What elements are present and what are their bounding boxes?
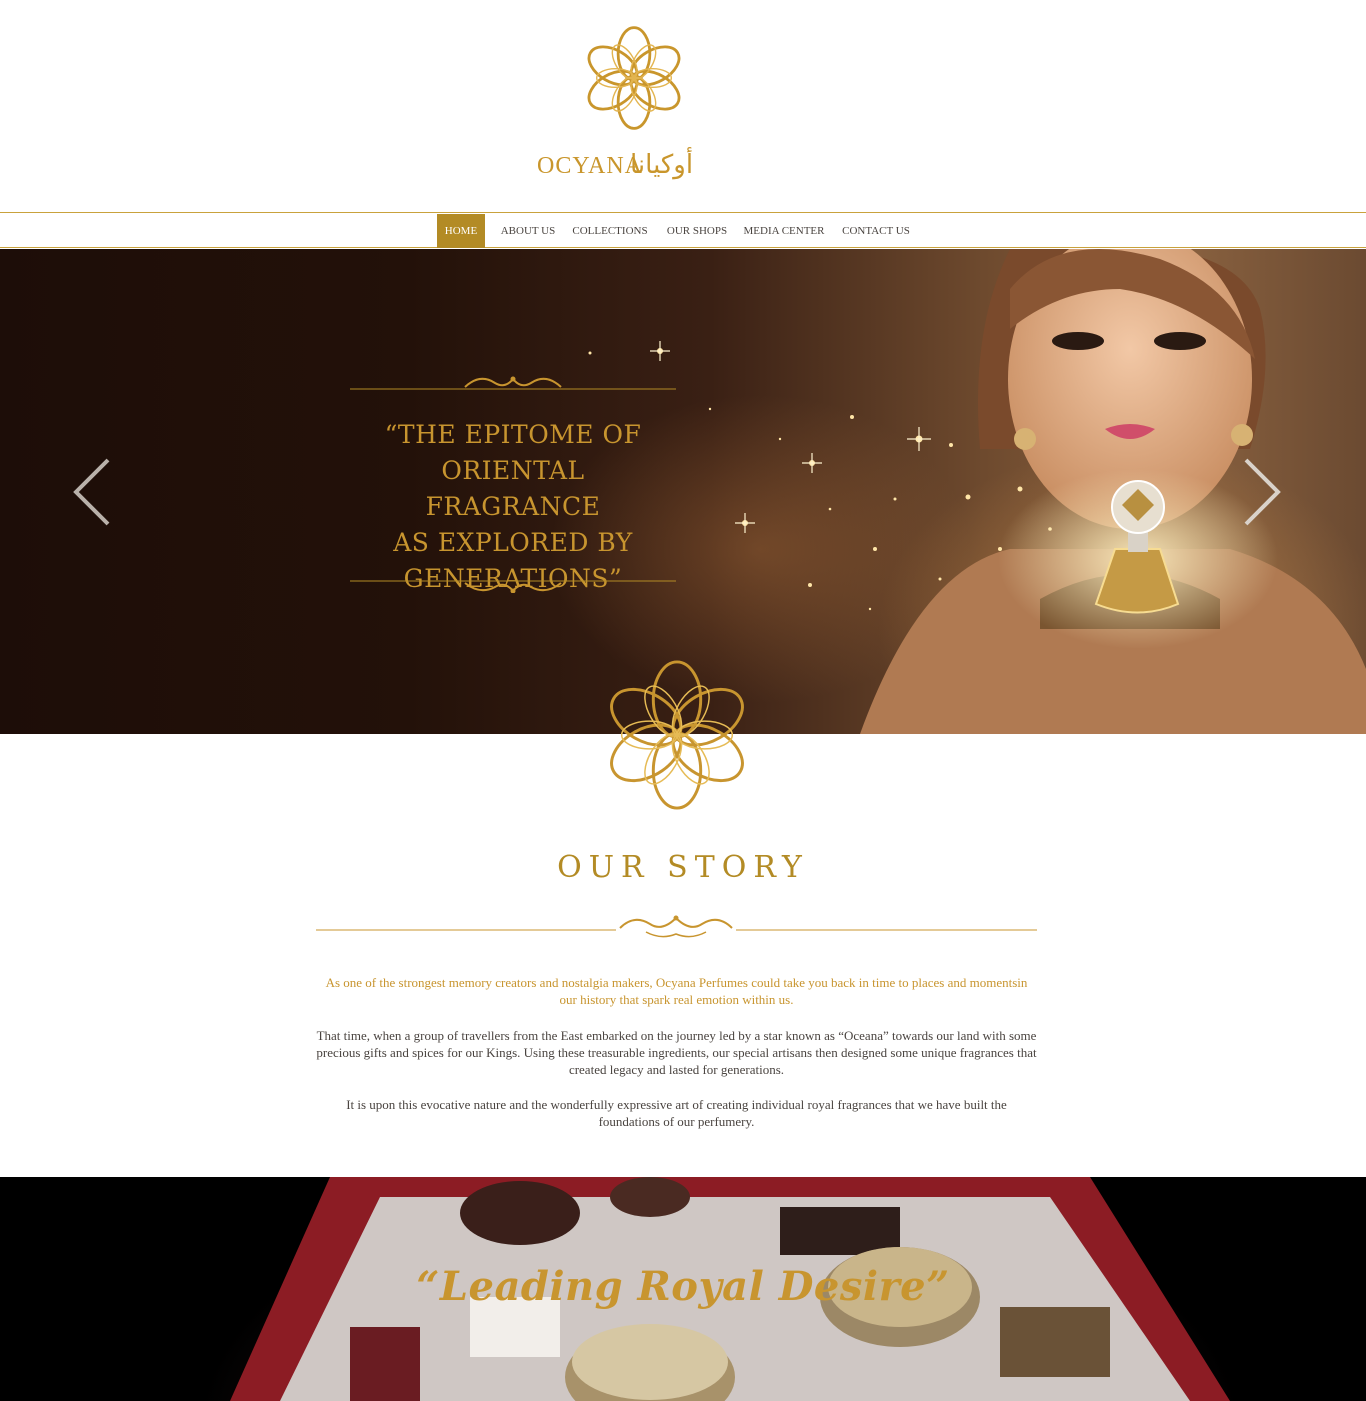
nav-item-home[interactable]: HOME — [437, 214, 485, 248]
chevron-right-icon — [1244, 458, 1281, 526]
story-flower-icon — [610, 660, 744, 810]
brand-name-arabic: أوكيانا — [630, 150, 694, 180]
site-header: OCYANA أوكيانا — [0, 0, 1366, 212]
story-intro: As one of the strongest memory creators … — [325, 975, 1028, 1007]
brand-name[interactable]: OCYANA — [537, 148, 643, 184]
hero-quote-line: “THE EPITOME OF — [384, 420, 642, 449]
nav-item-media-center[interactable]: MEDIA CENTER — [741, 214, 827, 248]
slider-next-button[interactable] — [1240, 456, 1286, 528]
hero-model-image — [860, 249, 1366, 734]
hero-ornament-bottom — [350, 580, 676, 593]
chevron-left-icon — [73, 458, 110, 526]
nav-item-collections[interactable]: COLLECTIONS — [570, 214, 650, 248]
hero-quote-line: AS EXPLORED BY — [393, 528, 633, 557]
story-ornament — [316, 914, 1037, 940]
logo-flower-icon[interactable] — [578, 22, 690, 134]
nav-item-contact-us[interactable]: CONTACT US — [838, 214, 914, 248]
nav-item-about-us[interactable]: ABOUT US — [497, 214, 559, 248]
hero-quote: “THE EPITOME OF ORIENTAL FRAGRANCE AS EX… — [350, 417, 676, 597]
story-paragraph: That time, when a group of travellers fr… — [316, 1028, 1037, 1077]
collections-banner: “Leading Royal Desire” — [0, 1177, 1366, 1401]
story-paragraph: It is upon this evocative nature and the… — [346, 1097, 1007, 1129]
hero-quote-line: ORIENTAL FRAGRANCE — [425, 456, 601, 521]
story-title: OUR STORY — [557, 850, 809, 885]
slider-prev-button[interactable] — [68, 456, 114, 528]
nav-item-our-shops[interactable]: OUR SHOPS — [662, 214, 732, 248]
banner-quote: “Leading Royal Desire” — [416, 1263, 950, 1310]
hero-ornament-top — [350, 376, 676, 390]
main-nav: HOME ABOUT US COLLECTIONS OUR SHOPS MEDI… — [0, 212, 1366, 248]
